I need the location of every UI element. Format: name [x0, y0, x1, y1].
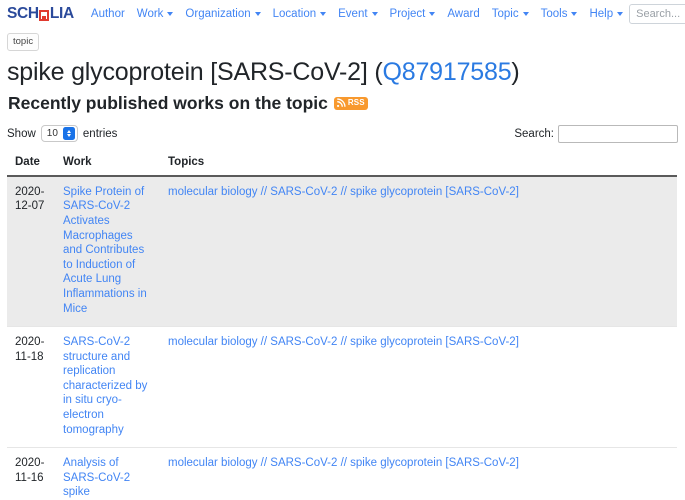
cell-date: 2020-11-18 — [7, 326, 55, 449]
nav-item-location[interactable]: Location — [267, 6, 332, 22]
chevron-down-icon — [571, 12, 578, 16]
nav-label: Tools — [540, 8, 568, 20]
nav-item-topic[interactable]: Topic — [486, 6, 535, 22]
rss-feed-badge[interactable]: RSS — [333, 96, 368, 110]
column-header-work[interactable]: Work — [55, 152, 160, 177]
table-header-row: Date Work Topics — [7, 152, 677, 177]
page-title-paren: ) — [511, 58, 520, 86]
nav-item-event[interactable]: Event — [332, 6, 383, 22]
nav-item-help[interactable]: Help — [583, 6, 629, 22]
nav-label: Organization — [185, 8, 251, 20]
cell-date: 2020-12-07 — [7, 175, 55, 328]
nav-label: Event — [338, 8, 368, 20]
section-heading: Recently published works on the topic RS… — [8, 93, 678, 114]
entries-label: entries — [82, 127, 118, 140]
wikidata-qid-link[interactable]: Q87917585 — [383, 58, 512, 86]
global-search-input[interactable] — [629, 4, 685, 24]
chevron-down-icon — [167, 12, 174, 16]
page-title: spike glycoprotein [SARS-CoV-2] (Q879175… — [7, 58, 678, 87]
logo-text-right: LIA — [49, 5, 74, 22]
section-heading-text: Recently published works on the topic — [8, 92, 328, 113]
table-search-input[interactable] — [558, 124, 678, 143]
cell-topics: molecular biology // SARS-CoV-2 // spike… — [160, 447, 677, 500]
work-link[interactable]: SARS-CoV-2 structure and replication cha… — [63, 336, 147, 436]
nav-label: Help — [589, 8, 614, 20]
logo-text-left: SCH — [7, 5, 39, 22]
chevron-down-icon — [254, 12, 261, 16]
entries-length-control: Show 10 entries — [7, 125, 118, 143]
datatable-controls: Show 10 entries Search: — [7, 124, 678, 143]
select-stepper-icon[interactable] — [62, 127, 75, 141]
topics-link[interactable]: molecular biology // SARS-CoV-2 // spike… — [168, 186, 519, 198]
nav-item-project[interactable]: Project — [384, 6, 442, 22]
nav-label: Author — [90, 8, 125, 20]
chevron-down-icon — [522, 12, 529, 16]
works-table: Date Work Topics 2020-12-07 Spike Protei… — [7, 152, 677, 500]
nav-item-award[interactable]: Award — [441, 6, 485, 22]
work-link[interactable]: Spike Protein of SARS-CoV-2 Activates Ma… — [63, 186, 147, 315]
nav-label: Topic — [491, 8, 519, 20]
nav-item-author[interactable]: Author — [85, 6, 131, 22]
nav-label: Award — [447, 8, 480, 20]
works-table-body: 2020-12-07 Spike Protein of SARS-CoV-2 A… — [7, 175, 677, 500]
cell-date: 2020-11-16 — [7, 447, 55, 500]
entries-per-page-select[interactable]: 10 — [40, 125, 78, 143]
rss-icon — [336, 98, 346, 108]
work-link[interactable]: Analysis of SARS-CoV-2 spike glycosylati… — [63, 457, 150, 500]
page-content: topic spike glycoprotein [SARS-CoV-2] (Q… — [0, 28, 685, 500]
nav-item-work[interactable]: Work — [131, 6, 180, 22]
chevron-down-icon — [320, 12, 327, 16]
table-search-label: Search: — [514, 127, 554, 140]
entity-type-badge: topic — [7, 33, 40, 51]
chevron-down-icon — [371, 12, 378, 16]
table-row: 2020-11-16 Analysis of SARS-CoV-2 spike … — [7, 447, 677, 500]
table-row: 2020-12-07 Spike Protein of SARS-CoV-2 A… — [7, 175, 677, 328]
table-row: 2020-11-18 SARS-CoV-2 structure and repl… — [7, 326, 677, 449]
scholia-logo[interactable]: SCH LIA — [7, 5, 74, 23]
works-table-head: Date Work Topics — [7, 152, 677, 177]
cell-topics: molecular biology // SARS-CoV-2 // spike… — [160, 326, 677, 449]
logo-o-square-icon — [39, 9, 50, 21]
column-header-topics[interactable]: Topics — [160, 152, 677, 177]
chevron-down-icon — [429, 12, 436, 16]
column-header-date[interactable]: Date — [7, 152, 55, 177]
rss-label: RSS — [347, 98, 365, 108]
cell-topics: molecular biology // SARS-CoV-2 // spike… — [160, 175, 677, 328]
page-title-text: spike glycoprotein [SARS-CoV-2] ( — [7, 58, 383, 86]
topics-link[interactable]: molecular biology // SARS-CoV-2 // spike… — [168, 457, 519, 469]
topics-link[interactable]: molecular biology // SARS-CoV-2 // spike… — [168, 336, 519, 348]
nav-label: Project — [389, 8, 426, 20]
nav-item-organization[interactable]: Organization — [179, 6, 266, 22]
cell-work: Analysis of SARS-CoV-2 spike glycosylati… — [55, 447, 160, 500]
nav-item-tools[interactable]: Tools — [535, 6, 584, 22]
entries-per-page-value: 10 — [46, 128, 58, 140]
cell-work: Spike Protein of SARS-CoV-2 Activates Ma… — [55, 175, 160, 328]
nav-label: Work — [136, 8, 164, 20]
nav-label: Location — [272, 8, 317, 20]
top-navbar: SCH LIA Author Work Organization Location… — [0, 0, 685, 28]
cell-work: SARS-CoV-2 structure and replication cha… — [55, 326, 160, 449]
show-label: Show — [7, 127, 36, 140]
chevron-down-icon — [617, 12, 624, 16]
table-search-control: Search: — [514, 124, 678, 143]
